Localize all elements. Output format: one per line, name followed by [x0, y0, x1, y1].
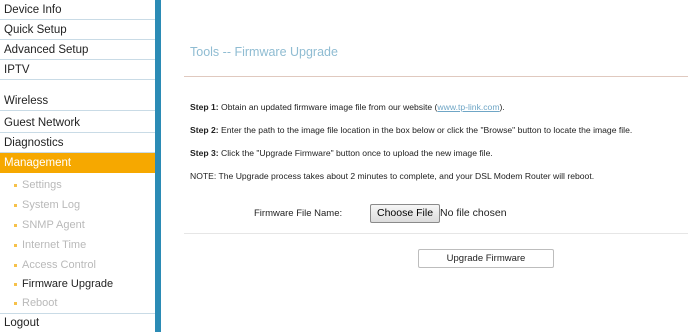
sidebar-item-wireless[interactable]: Wireless [0, 91, 155, 111]
step-1-suffix: ). [499, 102, 505, 112]
submenu-item-label: Reboot [22, 297, 58, 309]
file-status-text: No file chosen [440, 207, 507, 219]
form-divider [184, 233, 688, 234]
submenu-item-access-control[interactable]: Access Control [0, 255, 155, 275]
step-2-text: Step 2: Enter the path to the image file… [190, 125, 632, 135]
step-3-text: Step 3: Click the "Upgrade Firmware" but… [190, 148, 493, 158]
submenu-item-label: Access Control [22, 259, 96, 271]
step-2-prefix: Step 2: [190, 125, 219, 135]
submenu-item-label: Firmware Upgrade [22, 278, 114, 290]
upgrade-firmware-button[interactable]: Upgrade Firmware [418, 249, 554, 268]
sidebar-item-diagnostics[interactable]: Diagnostics [0, 133, 155, 153]
submenu-item-label: Internet Time [22, 239, 87, 251]
submenu-item-label: Settings [22, 179, 62, 191]
sidebar: Device Info Quick Setup Advanced Setup I… [0, 0, 157, 332]
bullet-icon [14, 302, 17, 305]
step-1-body: Obtain an updated firmware image file fr… [218, 102, 438, 112]
sidebar-item-device-info[interactable]: Device Info [0, 0, 155, 20]
bullet-icon [14, 264, 17, 267]
bullet-icon [14, 184, 17, 187]
submenu-item-settings[interactable]: Settings [0, 175, 155, 195]
step-3-prefix: Step 3: [190, 148, 219, 158]
note-body: NOTE: The Upgrade process takes about 2 … [190, 171, 595, 181]
submenu-item-reboot[interactable]: Reboot [0, 293, 155, 313]
submenu-item-internet-time[interactable]: Internet Time [0, 235, 155, 255]
sidebar-item-iptv[interactable]: IPTV [0, 60, 155, 80]
bullet-icon [14, 244, 17, 247]
firmware-file-label: Firmware File Name: [254, 208, 343, 219]
submenu-item-label: SNMP Agent [22, 219, 85, 231]
sidebar-item-guest-network[interactable]: Guest Network [0, 113, 155, 133]
submenu-item-firmware-upgrade[interactable]: Firmware Upgrade [0, 274, 155, 294]
title-divider [184, 76, 688, 77]
step-3-body: Click the "Upgrade Firmware" button once… [218, 148, 493, 158]
step-1-prefix: Step 1: [190, 102, 219, 112]
submenu-item-snmp-agent[interactable]: SNMP Agent [0, 215, 155, 235]
sidebar-item-advanced-setup[interactable]: Advanced Setup [0, 40, 155, 60]
sidebar-accent-bar [155, 0, 161, 332]
submenu-item-label: System Log [22, 199, 81, 211]
choose-file-button[interactable]: Choose File [370, 204, 441, 223]
bullet-icon [14, 224, 17, 227]
step-1-text: Step 1: Obtain an updated firmware image… [190, 102, 505, 112]
bullet-icon [14, 283, 17, 286]
note-text: NOTE: The Upgrade process takes about 2 … [190, 171, 594, 181]
main-content: Tools -- Firmware Upgrade Step 1: Obtain… [162, 0, 688, 332]
router-admin-page: Device Info Quick Setup Advanced Setup I… [0, 0, 688, 332]
sidebar-item-logout[interactable]: Logout [0, 313, 155, 332]
sidebar-item-quick-setup[interactable]: Quick Setup [0, 20, 155, 40]
page-title: Tools -- Firmware Upgrade [190, 45, 338, 59]
submenu-item-system-log[interactable]: System Log [0, 195, 155, 215]
bullet-icon [14, 204, 17, 207]
step-2-body: Enter the path to the image file locatio… [218, 125, 633, 135]
sidebar-item-management[interactable]: Management [0, 153, 155, 173]
tp-link-website-link[interactable]: www.tp-link.com [437, 102, 499, 112]
